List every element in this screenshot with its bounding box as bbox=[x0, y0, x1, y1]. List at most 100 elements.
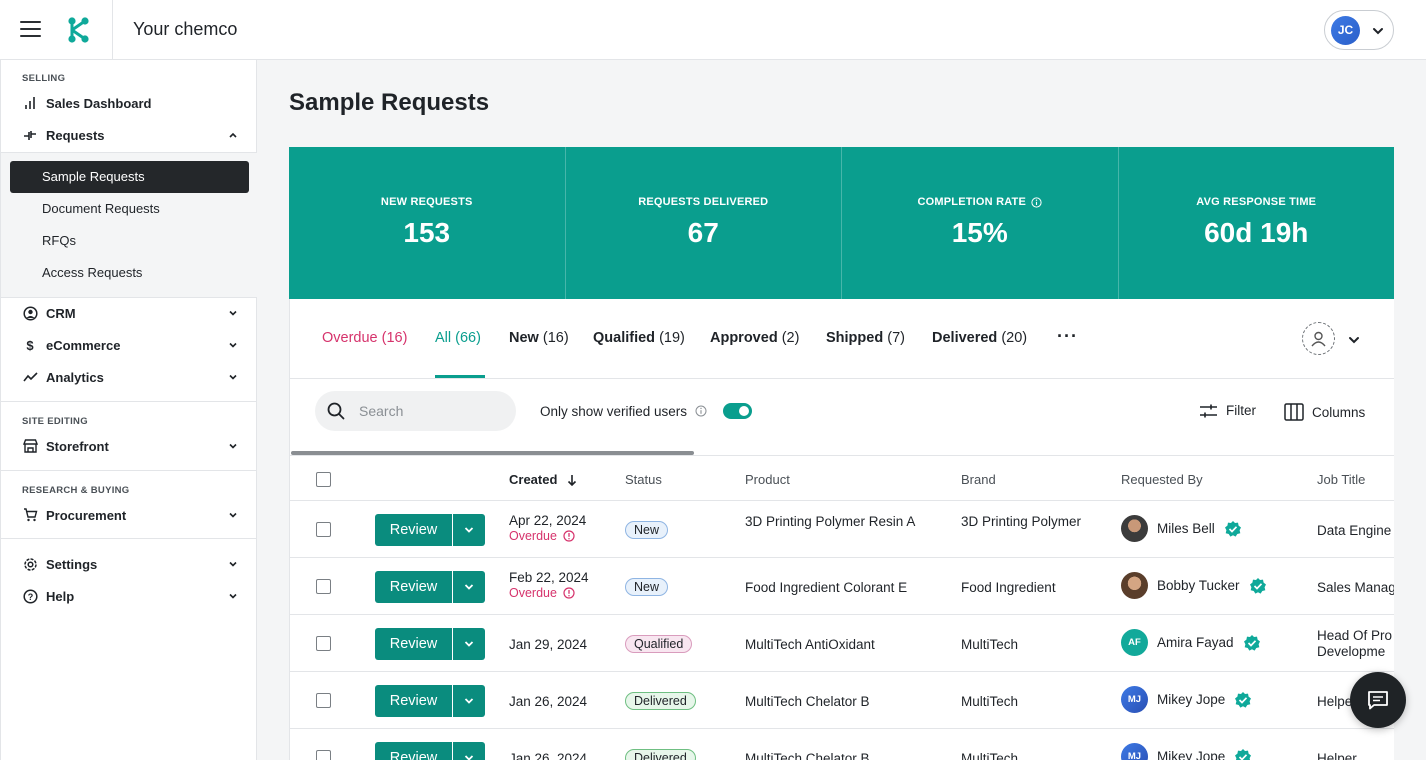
sidebar-item-label: Storefront bbox=[46, 438, 109, 454]
review-dropdown-button[interactable] bbox=[453, 514, 485, 546]
row-checkbox[interactable] bbox=[316, 750, 331, 760]
sidebar-item-sample-requests[interactable]: Sample Requests bbox=[10, 161, 249, 193]
sidebar-item-help[interactable]: ? Help bbox=[21, 584, 239, 608]
stat-value: 60d 19h bbox=[1204, 217, 1309, 248]
table-row[interactable]: Review Jan 29, 2024 Qualified MultiTech … bbox=[290, 615, 1394, 672]
requester-cell: AF Amira Fayad bbox=[1121, 629, 1261, 656]
column-header-status[interactable]: Status bbox=[625, 472, 662, 487]
company-name: Your chemco bbox=[133, 19, 238, 39]
verified-badge-icon bbox=[1235, 691, 1252, 708]
sidebar-item-sales-dashboard[interactable]: Sales Dashboard bbox=[21, 91, 239, 115]
columns-icon bbox=[1284, 403, 1304, 421]
sidebar-item-procurement[interactable]: Procurement bbox=[21, 503, 239, 527]
chevron-down-icon bbox=[229, 310, 237, 316]
tab-shipped[interactable]: Shipped (7) bbox=[826, 330, 905, 346]
user-menu[interactable]: JC bbox=[1324, 10, 1394, 50]
sidebar-item-ecommerce[interactable]: $ eCommerce bbox=[21, 333, 239, 357]
review-button[interactable]: Review bbox=[375, 628, 452, 660]
column-header-product[interactable]: Product bbox=[745, 472, 790, 487]
search-box[interactable] bbox=[315, 391, 516, 431]
filter-button[interactable]: Filter bbox=[1199, 403, 1256, 418]
overdue-indicator: Overdue bbox=[509, 586, 589, 600]
verified-toggle[interactable] bbox=[723, 403, 753, 419]
chevron-down-icon bbox=[464, 584, 474, 590]
column-header-requested-by[interactable]: Requested By bbox=[1121, 472, 1203, 487]
info-icon[interactable] bbox=[1031, 196, 1042, 208]
sidebar-item-settings[interactable]: Settings bbox=[21, 552, 239, 576]
avatar: MJ bbox=[1121, 686, 1148, 713]
app-logo-icon[interactable] bbox=[64, 16, 94, 44]
menu-icon[interactable] bbox=[20, 21, 41, 38]
requests-panel: Overdue (16) All (66) New (16) Qualified… bbox=[289, 299, 1394, 760]
tab-count: (2) bbox=[781, 330, 800, 346]
tab-approved[interactable]: Approved (2) bbox=[710, 330, 799, 346]
sidebar-item-rfqs[interactable]: RFQs bbox=[10, 225, 249, 257]
review-dropdown-button[interactable] bbox=[453, 571, 485, 603]
avatar bbox=[1121, 572, 1148, 599]
column-header-created[interactable]: Created bbox=[509, 472, 577, 487]
row-checkbox[interactable] bbox=[316, 636, 331, 651]
stats-banner: NEW REQUESTS 153 REQUESTS DELIVERED 67 C… bbox=[289, 147, 1394, 299]
stat-requests-delivered: REQUESTS DELIVERED 67 bbox=[566, 147, 842, 299]
column-header-job-title[interactable]: Job Title bbox=[1317, 472, 1365, 487]
arrow-down-icon bbox=[568, 474, 577, 486]
tab-qualified[interactable]: Qualified (19) bbox=[593, 330, 685, 346]
verified-filter: Only show verified users bbox=[540, 403, 753, 419]
chevron-up-icon bbox=[229, 132, 237, 138]
stat-avg-response-time: AVG RESPONSE TIME 60d 19h bbox=[1119, 147, 1395, 299]
overdue-label: Overdue bbox=[509, 586, 557, 600]
requester-name[interactable]: Miles Bell bbox=[1157, 521, 1215, 536]
tab-count: (7) bbox=[887, 330, 905, 346]
more-tabs-button[interactable]: ··· bbox=[1057, 326, 1078, 347]
tab-all[interactable]: All (66) bbox=[435, 330, 481, 346]
tab-count: (66) bbox=[455, 330, 481, 346]
review-split-button: Review bbox=[375, 571, 485, 603]
job-title-cell: Head Of Pro Developme bbox=[1317, 628, 1393, 659]
stat-value: 67 bbox=[687, 217, 719, 248]
verified-badge-icon bbox=[1235, 748, 1252, 760]
column-header-brand[interactable]: Brand bbox=[961, 472, 996, 487]
cart-icon bbox=[21, 506, 39, 524]
created-cell: Apr 22, 2024 Overdue bbox=[509, 513, 586, 543]
table-row[interactable]: Review Feb 22, 2024 Overdue New Food Ing… bbox=[290, 558, 1394, 615]
review-button[interactable]: Review bbox=[375, 685, 452, 717]
tab-count: (16) bbox=[542, 330, 569, 346]
table-row[interactable]: Review Apr 22, 2024 Overdue New 3D Print… bbox=[290, 501, 1394, 558]
tab-overdue[interactable]: Overdue (16) bbox=[322, 330, 407, 346]
sidebar-item-crm[interactable]: CRM bbox=[21, 301, 239, 325]
row-checkbox[interactable] bbox=[316, 579, 331, 594]
product-cell: MultiTech Chelator B bbox=[745, 751, 870, 760]
brand-cell: MultiTech bbox=[961, 637, 1019, 652]
sidebar-item-document-requests[interactable]: Document Requests bbox=[10, 193, 249, 225]
assignee-filter[interactable] bbox=[1302, 322, 1366, 356]
select-all-checkbox[interactable] bbox=[316, 472, 331, 487]
requester-name[interactable]: Mikey Jope bbox=[1157, 749, 1225, 760]
table-row[interactable]: Review Jan 26, 2024 Delivered MultiTech … bbox=[290, 672, 1394, 729]
product-cell: MultiTech AntiOxidant bbox=[745, 637, 875, 652]
chat-button[interactable] bbox=[1350, 672, 1406, 728]
review-button[interactable]: Review bbox=[375, 742, 452, 760]
review-dropdown-button[interactable] bbox=[453, 742, 485, 760]
sidebar-item-requests[interactable]: Requests bbox=[21, 123, 239, 147]
row-checkbox[interactable] bbox=[316, 693, 331, 708]
info-icon[interactable] bbox=[695, 405, 707, 417]
created-date: Apr 22, 2024 bbox=[509, 513, 587, 528]
search-input[interactable] bbox=[359, 403, 499, 419]
row-checkbox[interactable] bbox=[316, 522, 331, 537]
requester-name[interactable]: Bobby Tucker bbox=[1157, 578, 1240, 593]
chevron-down-icon bbox=[464, 527, 474, 533]
columns-button[interactable]: Columns bbox=[1284, 403, 1365, 421]
sidebar-item-access-requests[interactable]: Access Requests bbox=[10, 257, 249, 289]
tab-count: (20) bbox=[1001, 330, 1028, 346]
tab-new[interactable]: New (16) bbox=[509, 330, 569, 346]
review-dropdown-button[interactable] bbox=[453, 628, 485, 660]
sidebar-item-storefront[interactable]: Storefront bbox=[21, 434, 239, 458]
review-dropdown-button[interactable] bbox=[453, 685, 485, 717]
requester-name[interactable]: Amira Fayad bbox=[1157, 635, 1234, 650]
review-button[interactable]: Review bbox=[375, 514, 452, 546]
tab-delivered[interactable]: Delivered (20) bbox=[932, 330, 1027, 346]
sidebar-item-analytics[interactable]: Analytics bbox=[21, 365, 239, 389]
requester-name[interactable]: Mikey Jope bbox=[1157, 692, 1225, 707]
table-row[interactable]: Review Jan 26, 2024 Delivered MultiTech … bbox=[290, 729, 1394, 760]
review-button[interactable]: Review bbox=[375, 571, 452, 603]
